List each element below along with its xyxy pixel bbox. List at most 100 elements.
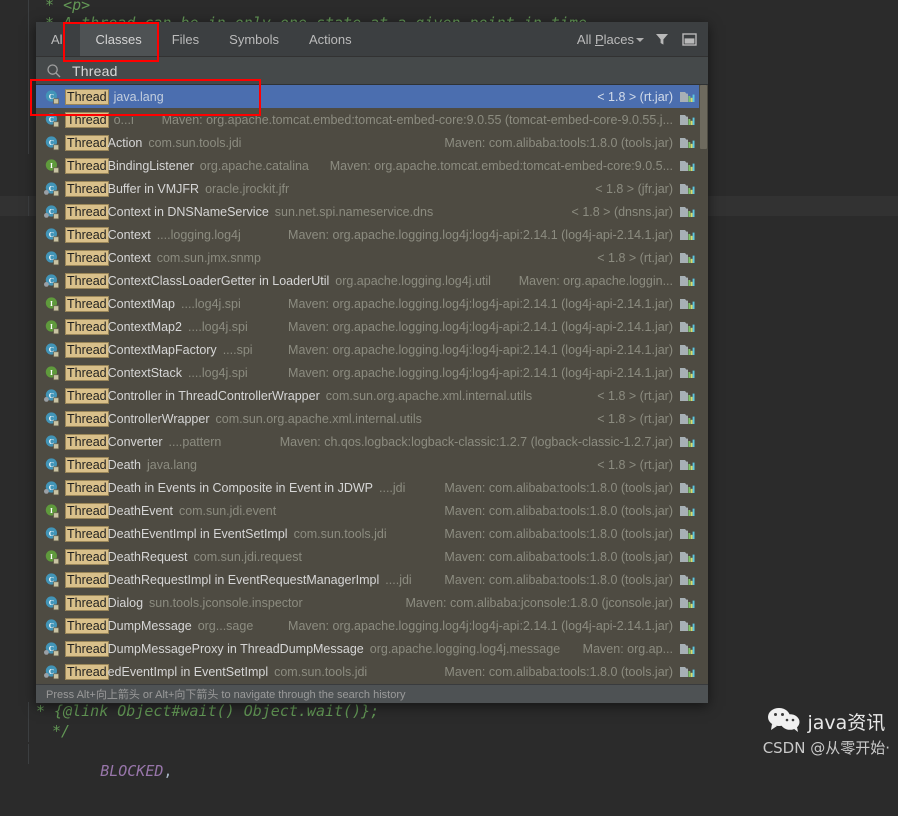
result-class-name: ThreadContext [65,226,151,243]
editor-gutter-rule [28,34,29,54]
library-jar-icon [679,250,695,266]
result-match-highlight: Thread [65,157,109,174]
result-package: java.lang [146,457,198,472]
library-jar-icon [679,434,695,450]
result-class-name: ThreadDumpMessage [65,617,192,634]
result-row[interactable]: C ThreadDialog sun.tools.jconsole.inspecto… [36,591,699,614]
result-package: org...sage [197,618,254,633]
tab-actions[interactable]: Actions [294,22,367,56]
result-package: ....spi [222,342,253,357]
scope-selector-all-places[interactable]: All Places [577,32,644,47]
result-row[interactable]: C Thread o...i Maven: org.apache.tomcat.emb… [36,108,699,131]
result-package: org.apache.catalina [199,158,309,173]
preview-panel-icon[interactable] [680,30,698,48]
library-jar-icon [679,503,695,519]
wechat-icon [767,707,801,736]
result-location: Maven: org.apache.logging.log4j:log4j-ap… [288,319,673,334]
result-location: < 1.8 > (dnsns.jar) [571,204,673,219]
result-row[interactable]: C ThreadDumpMessageProxy in ThreadDumpMes… [36,637,699,660]
result-row[interactable]: C ThreadControllerWrapper com.sun.org.apac… [36,407,699,430]
result-row[interactable]: C ThreadDeathEventImpl in EventSetImpl com… [36,522,699,545]
result-row[interactable]: C ThreadContextMapFactory ....spi Maven: or… [36,338,699,361]
search-everywhere-tab-bar: All Classes Files Symbols Actions All Places [36,22,708,57]
inner-class-icon: C [44,480,60,496]
result-match-highlight: Thread [65,663,109,680]
result-row[interactable]: C ThreadContextClassLoaderGetter in Loade… [36,269,699,292]
interface-icon: I [44,549,60,565]
result-row[interactable]: C ThreadDumpMessage org...sage Maven: org.a… [36,614,699,637]
class-icon: C [44,112,60,128]
result-package: ....pattern [168,434,222,449]
result-class-name: ThreadedEventImpl in EventSetImpl [65,663,269,680]
interface-icon: I [44,296,60,312]
search-results-list[interactable]: C Thread java.lang < 1.8 > (rt.jar) C Thread o… [36,85,699,684]
result-row[interactable]: C ThreadedEventImpl in EventSetImpl com.su… [36,660,699,683]
search-everywhere-dialog[interactable]: All Classes Files Symbols Actions All Places [36,22,708,703]
tab-list: All Classes Files Symbols Actions [36,22,367,56]
result-row[interactable]: I ThreadBindingListener org.apache.catalin… [36,154,699,177]
svg-text:I: I [50,506,53,515]
result-row-selected[interactable]: C Thread java.lang < 1.8 > (rt.jar) [36,85,699,108]
svg-text:I: I [50,322,53,331]
search-results-area: C Thread java.lang < 1.8 > (rt.jar) C Thread o… [36,85,708,684]
search-input[interactable]: Thread [72,63,118,79]
library-jar-icon [679,664,695,680]
filter-funnel-icon[interactable] [653,30,671,48]
library-jar-icon [679,480,695,496]
tab-files[interactable]: Files [157,22,214,56]
result-row[interactable]: I ThreadContextStack ....log4j.spi Maven: o… [36,361,699,384]
result-row[interactable]: C ThreadDeathRequestImpl in EventRequestM… [36,568,699,591]
result-package: sun.net.spi.nameservice.dns [274,204,434,219]
tab-bar-actions: All Places [577,22,708,56]
result-row[interactable]: C ThreadConverter ....pattern Maven: ch.qos… [36,430,699,453]
result-row[interactable]: C ThreadDeath java.lang < 1.8 > (rt.jar) [36,453,699,476]
result-location: Maven: com.alibaba:jconsole:1.8.0 (jcons… [405,595,674,610]
library-jar-icon [679,204,695,220]
result-match-highlight: Thread [65,226,109,243]
class-icon: C [44,135,60,151]
result-row[interactable]: I ThreadDeathEvent com.sun.jdi.event Maven:… [36,499,699,522]
result-row[interactable]: C ThreadContext in DNSNameService sun.net.… [36,200,699,223]
result-class-name: ThreadDeathRequest [65,548,188,565]
results-scrollbar[interactable] [699,85,708,684]
tab-all[interactable]: All [36,22,80,56]
editor-comment-close-text: */ [52,722,71,740]
svg-text:I: I [50,299,53,308]
result-location: < 1.8 > (rt.jar) [597,457,673,472]
result-class-name: ThreadDeathEvent [65,502,173,519]
editor-gutter-rule [28,722,29,742]
result-package: com.sun.tools.jdi [293,526,387,541]
result-location: Maven: com.alibaba:tools:1.8.0 (tools.ja… [444,526,673,541]
tab-symbols[interactable]: Symbols [214,22,294,56]
results-scrollbar-thumb[interactable] [700,85,707,149]
result-match-highlight: Thread [65,111,109,128]
result-match-highlight: Thread [65,249,109,266]
result-location: Maven: org.apache.logging.log4j:log4j-ap… [288,618,673,633]
result-row[interactable]: C ThreadContext ....logging.log4j Maven: or… [36,223,699,246]
result-row[interactable]: C ThreadDeath in Events in Composite in E… [36,476,699,499]
result-package: sun.tools.jconsole.inspector [149,595,303,610]
scope-label-suffix: laces [603,31,634,47]
search-input-row[interactable]: Thread [36,57,708,85]
result-match-highlight: Thread [65,617,109,634]
result-class-name: ThreadContext [65,249,151,266]
result-match-highlight: Thread [65,640,109,657]
library-jar-icon [679,112,695,128]
result-row[interactable]: I ThreadDeathRequest com.sun.jdi.request Ma… [36,545,699,568]
result-package: org.apache.logging.log4j.message [369,641,561,656]
editor-javadoc-link-text: * {@link Object#wait() Object.wait()}; [36,702,380,720]
result-row[interactable]: I ThreadContextMap ....log4j.spi Maven: org… [36,292,699,315]
result-row[interactable]: C ThreadAction com.sun.tools.jdi Maven: com… [36,131,699,154]
result-location: Maven: com.alibaba:tools:1.8.0 (tools.ja… [444,664,673,679]
result-row[interactable]: C ThreadController in ThreadControllerWra… [36,384,699,407]
result-row[interactable]: C ThreadContext com.sun.jmx.snmp < 1.8 > (r… [36,246,699,269]
tab-classes[interactable]: Classes [80,22,157,56]
result-row[interactable]: I ThreadContextMap2 ....log4j.spi Maven: or… [36,315,699,338]
result-package: ....logging.log4j [156,227,241,242]
class-icon: C [44,526,60,542]
library-jar-icon [679,618,695,634]
tab-label: Symbols [229,31,280,47]
result-row[interactable]: C ThreadBuffer in VMJFR oracle.jrockit.jfr… [36,177,699,200]
library-jar-icon [679,365,695,381]
result-class-name: ThreadDumpMessageProxy in ThreadDumpMess… [65,640,364,657]
